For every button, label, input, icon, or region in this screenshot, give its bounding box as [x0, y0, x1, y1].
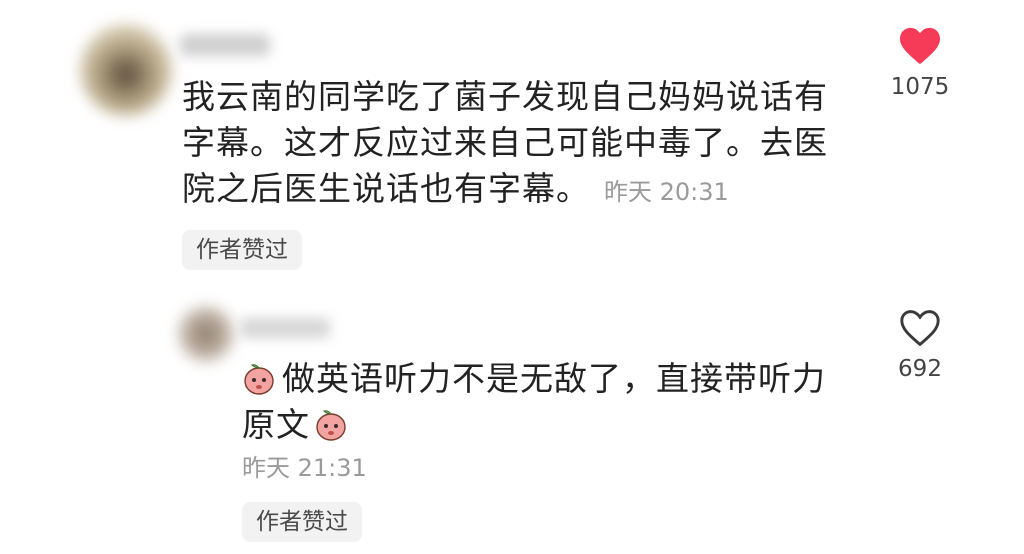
author-liked-badge: 作者赞过 — [182, 230, 302, 270]
avatar[interactable] — [80, 24, 172, 116]
reply-time: 昨天 21:31 — [242, 454, 367, 482]
avatar[interactable] — [178, 306, 234, 362]
comment-text-line: 院之后医生说话也有字幕。 — [182, 169, 590, 208]
reply-like[interactable]: 692 — [880, 308, 960, 382]
comment-text: 我云南的同学吃了菌子发现自己妈妈说话有 字幕。这才反应过来自己可能中毒了。去医 … — [182, 74, 828, 215]
like-count: 692 — [898, 356, 942, 382]
peach-emoji-icon — [316, 410, 346, 441]
reply-text-line: 做英语听力不是无敌了，直接带听力 — [282, 359, 826, 398]
reply-text-line: 原文 — [242, 405, 310, 444]
comment-text-line: 我云南的同学吃了菌子发现自己妈妈说话有 — [182, 77, 828, 116]
username[interactable] — [240, 318, 330, 338]
comment-time: 昨天 20:31 — [604, 178, 729, 206]
comment-like[interactable]: 1075 — [880, 26, 960, 100]
reply-text: 做英语听力不是无敌了，直接带听力 原文 — [242, 356, 826, 448]
heart-outline-icon[interactable] — [898, 308, 942, 348]
username[interactable] — [180, 34, 270, 56]
heart-filled-icon[interactable] — [898, 26, 942, 66]
author-liked-badge: 作者赞过 — [242, 502, 362, 542]
peach-emoji-icon — [244, 364, 274, 395]
like-count: 1075 — [890, 74, 950, 100]
comment-text-line: 字幕。这才反应过来自己可能中毒了。去医 — [182, 123, 828, 162]
